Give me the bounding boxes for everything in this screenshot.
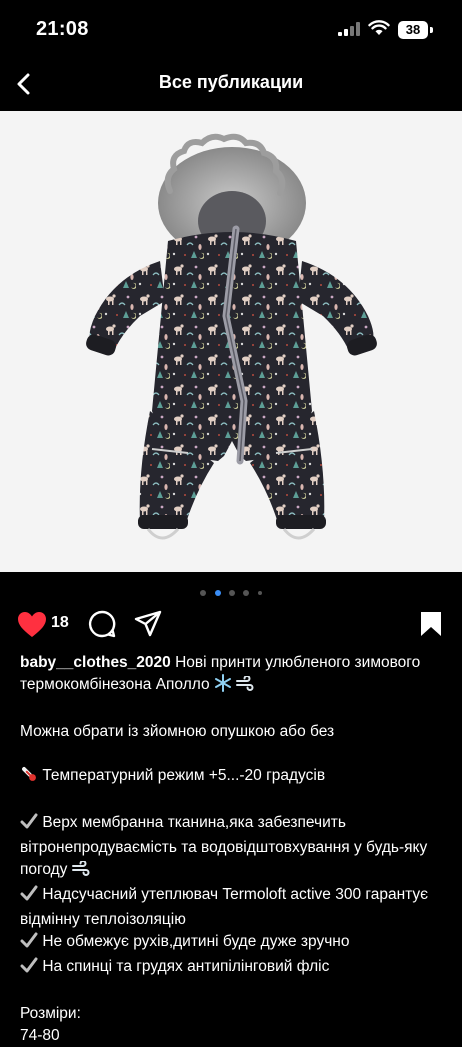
carousel-dot-active [214,589,221,596]
post-caption: baby__clothes_2020 Нові принти улюбленог… [20,652,448,1047]
caption-bullet-text: На спинці та грудях антипілінговий фліс [42,958,330,975]
signal-icon [338,22,360,36]
wifi-icon [368,20,390,35]
post-actions: 18 [0,603,462,643]
caption-bullet-text: Не обмежує рухів,дитині буде дуже зручно [42,933,350,950]
carousel-dot [243,589,250,596]
caption-bullet: Не обмежує рухів,дитині буде дуже зручно [20,931,448,956]
check-mark-icon [20,931,38,956]
comment-icon[interactable] [88,610,116,638]
status-bar: 21:08 38 [0,0,462,60]
battery-tip [430,27,433,33]
caption-bullet: На спинці та грудях антипілінговий фліс [20,956,448,981]
post-image[interactable] [0,111,462,572]
thermometer-icon [20,765,38,790]
snowflake-icon [214,674,232,699]
check-mark-icon [20,884,38,909]
like-count[interactable]: 18 [51,614,69,632]
caption-option-line: Можна обрати із зйомною опушкою або без [20,723,335,740]
wind-icon [236,675,254,699]
carousel-dot [229,589,235,596]
caption-sizes-label: Розміри: [20,1005,81,1022]
wind-icon [71,860,90,884]
check-mark-icon [20,956,38,981]
battery-icon: 38 [398,21,428,39]
carousel-dot [257,590,262,595]
caption-sizes-value: 74-80 [20,1027,60,1044]
carousel-indicator [0,584,462,596]
caption-temperature-text: Температурний режим +5...-20 градусів [42,767,326,784]
carousel-dot [200,589,207,596]
status-time: 21:08 [36,18,89,40]
check-mark-icon [20,812,38,837]
caption-bullet: Верх мембранна тканина,яка забезпечить в… [20,812,448,884]
caption-bullet-text: Надсучасний утеплювач Termoloft active 3… [20,886,429,928]
share-icon[interactable] [134,610,162,638]
bookmark-icon[interactable] [419,610,443,638]
snowsuit-illustration [86,133,377,540]
heart-icon[interactable] [17,611,47,638]
nav-bar: Все публикации [0,60,462,108]
caption-intro: baby__clothes_2020 Нові принти улюбленог… [20,652,448,699]
caption-temperature-line: Температурний режим +5...-20 градусів [20,765,448,790]
caption-bullet: Надсучасний утеплювач Termoloft active 3… [20,884,448,931]
page-title: Все публикации [158,72,304,92]
username-link[interactable]: baby__clothes_2020 [20,654,171,671]
